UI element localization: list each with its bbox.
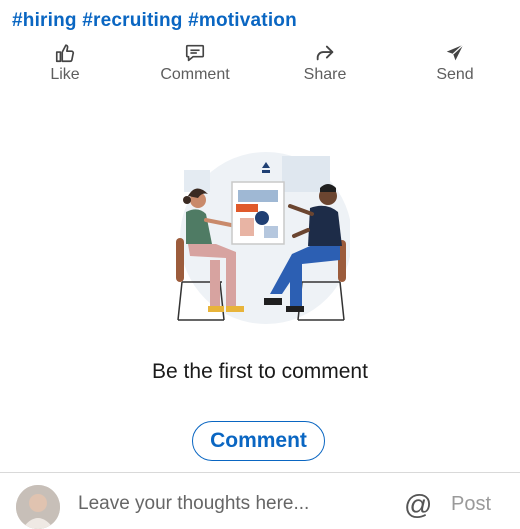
- share-label: Share: [303, 66, 347, 83]
- share-button[interactable]: Share: [290, 42, 360, 92]
- like-label: Like: [50, 66, 80, 83]
- comment-icon: [185, 44, 205, 62]
- comment-composer: Leave your thoughts here... @ Post: [0, 472, 520, 529]
- comment-action-button[interactable]: Comment: [150, 42, 240, 92]
- like-button[interactable]: Like: [30, 42, 100, 92]
- send-button[interactable]: Send: [420, 42, 490, 92]
- share-arrow-icon: [316, 45, 334, 61]
- avatar[interactable]: [16, 485, 60, 529]
- post-button[interactable]: Post: [451, 493, 491, 516]
- comment-button[interactable]: Comment: [192, 421, 325, 461]
- two-people-discussing-illustration: [176, 152, 350, 324]
- post-hashtags[interactable]: #hiring #recruiting #motivation: [12, 10, 297, 32]
- comment-action-label: Comment: [160, 66, 230, 83]
- post-action-bar: Like Comment Share Send: [0, 42, 520, 92]
- user-avatar-icon: [16, 485, 60, 529]
- empty-comments-message: Be the first to comment: [152, 360, 368, 383]
- paper-plane-icon: [446, 44, 464, 61]
- send-label: Send: [436, 66, 474, 83]
- thumbs-up-icon: [55, 44, 75, 63]
- mention-icon[interactable]: @: [404, 489, 432, 521]
- comment-input[interactable]: Leave your thoughts here...: [78, 493, 309, 515]
